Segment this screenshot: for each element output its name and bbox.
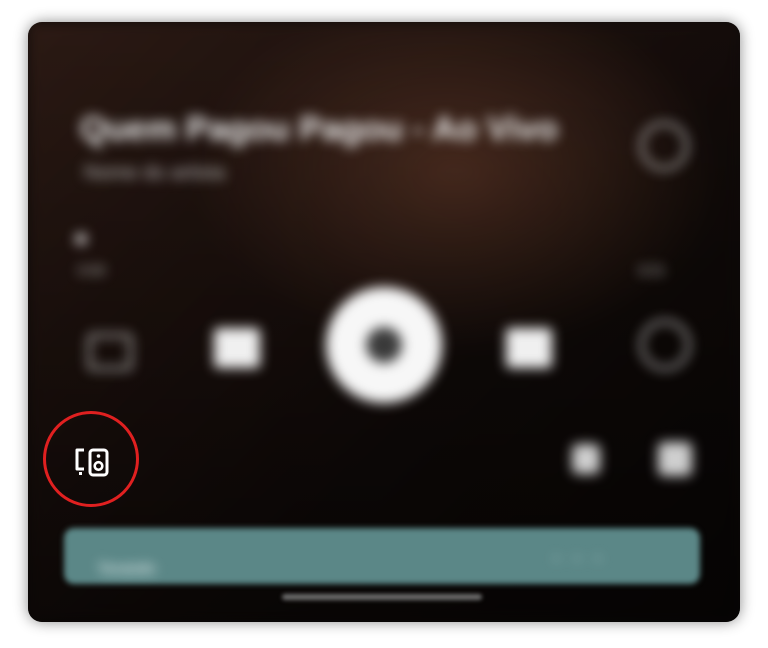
up-next-label: Tocando: [98, 560, 156, 576]
skip-previous-icon[interactable]: [214, 328, 260, 368]
home-indicator[interactable]: [282, 594, 482, 600]
heart-outline-icon[interactable]: [640, 122, 688, 170]
track-duration: 3:21: [638, 262, 666, 278]
queue-icon[interactable]: [88, 334, 132, 370]
progress-knob[interactable]: [76, 234, 86, 244]
player-screen: Quem Pagou Pagou - Ao Vivo Nome do artis…: [28, 22, 740, 622]
skip-next-icon[interactable]: [506, 328, 552, 368]
repeat-icon[interactable]: [640, 320, 690, 370]
track-title: Quem Pagou Pagou - Ao Vivo: [80, 110, 558, 148]
volume-icon[interactable]: [572, 444, 600, 474]
elapsed-time: 0:00: [78, 262, 106, 278]
more-icon[interactable]: [658, 442, 692, 476]
artist-name: Nome do artista: [84, 162, 226, 184]
play-button[interactable]: [326, 287, 442, 403]
highlight-ring: [43, 411, 139, 507]
up-next-meta: • • •: [554, 550, 607, 566]
play-icon: [366, 327, 402, 363]
